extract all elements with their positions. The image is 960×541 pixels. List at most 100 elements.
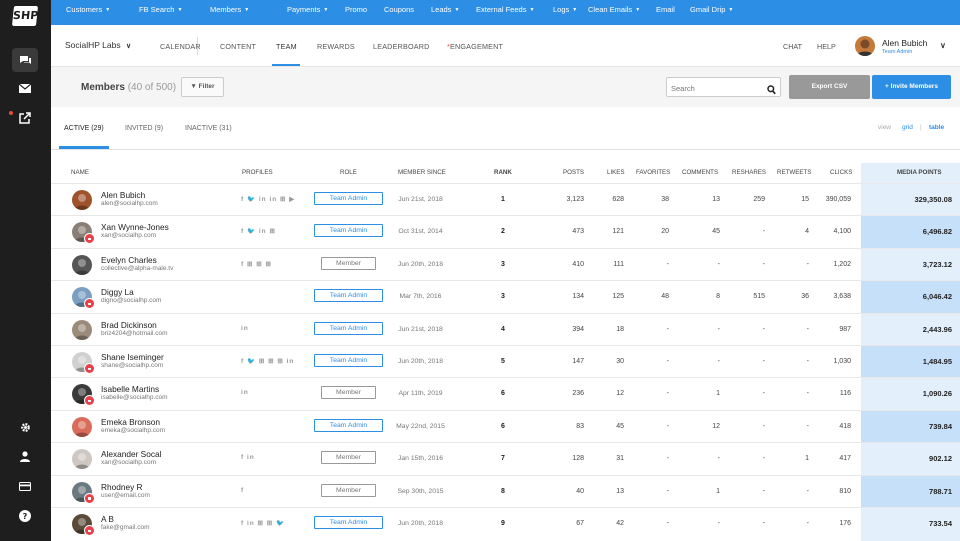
user-menu-chevron-icon[interactable]: ∨: [940, 41, 946, 50]
member-name[interactable]: Emeka Bronson: [101, 417, 160, 427]
view-table-link[interactable]: table: [929, 124, 944, 131]
table-row[interactable]: Brad Dickinson briz4204@hotmail.com in T…: [51, 312, 960, 346]
col-retweets[interactable]: RETWEETS: [777, 169, 811, 176]
org-switcher[interactable]: SocialHP Labs ∨: [65, 40, 131, 50]
member-name[interactable]: Alen Bubich: [101, 190, 145, 200]
tab-leaderboard[interactable]: LEADERBOARD: [373, 42, 430, 51]
col-clicks[interactable]: CLICKS: [830, 169, 852, 176]
external-link-icon[interactable]: [13, 106, 37, 130]
nav-logs[interactable]: Logs ▼: [553, 0, 577, 25]
user-avatar[interactable]: [855, 36, 875, 56]
tab-inactive[interactable]: INACTIVE (31): [185, 125, 232, 132]
chat-icon[interactable]: [13, 48, 37, 72]
table-row[interactable]: Alexander Socal xan@socialhp.com f in Me…: [51, 442, 960, 475]
social-profile-icons[interactable]: f 🐦 in ⊞: [241, 227, 276, 235]
col-favorites[interactable]: FAVORITES: [636, 169, 670, 176]
nav-fb-search[interactable]: FB Search ▼: [139, 0, 182, 25]
col-media-points[interactable]: MEDIA POINTS: [897, 169, 941, 176]
social-profile-icons[interactable]: in: [241, 389, 249, 396]
role-badge[interactable]: Team Admin: [314, 418, 383, 432]
member-name[interactable]: A B: [101, 514, 114, 524]
tab-active[interactable]: ACTIVE (29): [64, 125, 104, 132]
role-badge[interactable]: Team Admin: [314, 321, 383, 335]
table-row[interactable]: Rhodney R user@email.com f Member Sep 30…: [51, 474, 960, 508]
col-profiles[interactable]: PROFILES: [242, 169, 273, 176]
nav-customers[interactable]: Customers ▼: [66, 0, 110, 25]
role-badge[interactable]: Member: [321, 451, 376, 465]
app-logo[interactable]: SHP: [11, 6, 39, 26]
col-rank[interactable]: RANK: [494, 169, 512, 176]
role-badge[interactable]: Member: [321, 483, 376, 497]
table-row[interactable]: Diggy La digno@socialhp.com Team Admin M…: [51, 280, 960, 314]
nav-clean-emails[interactable]: Clean Emails ▼: [588, 0, 640, 25]
credit-card-icon[interactable]: [13, 474, 37, 498]
mail-icon[interactable]: [13, 76, 37, 100]
avatar[interactable]: [72, 190, 92, 210]
role-badge[interactable]: Team Admin: [314, 192, 383, 205]
nav-external-feeds[interactable]: External Feeds ▼: [476, 0, 534, 25]
table-row[interactable]: Emeka Bronson emeka@socialhp.com Team Ad…: [51, 409, 960, 443]
search-input[interactable]: [667, 79, 762, 98]
member-name[interactable]: Shane Iseminger: [101, 352, 164, 362]
member-name[interactable]: Isabelle Martins: [101, 384, 159, 394]
export-csv-button[interactable]: Export CSV: [789, 75, 870, 99]
avatar[interactable]: [72, 416, 92, 437]
role-badge[interactable]: Member: [321, 386, 376, 400]
nav-payments[interactable]: Payments ▼: [287, 0, 328, 25]
search-icon[interactable]: [767, 82, 776, 100]
role-badge[interactable]: Team Admin: [314, 354, 383, 367]
col-reshares[interactable]: RESHARES: [732, 169, 766, 176]
member-name[interactable]: Rhodney R: [101, 482, 143, 492]
tab-invited[interactable]: INVITED (9): [125, 125, 163, 132]
nav-gmail-drip[interactable]: Gmail Drip ▼: [690, 0, 733, 25]
social-profile-icons[interactable]: f in: [241, 454, 255, 461]
tab-engagement[interactable]: *ENGAGEMENT: [447, 42, 503, 51]
member-name[interactable]: Evelyn Charles: [101, 255, 157, 265]
table-row[interactable]: Isabelle Martins isabelle@socialhp.com i…: [51, 377, 960, 410]
social-profile-icons[interactable]: in: [241, 325, 249, 332]
user-icon[interactable]: [13, 444, 37, 468]
social-profile-icons[interactable]: f 🐦 in in ⊞ ▶: [241, 195, 295, 203]
avatar[interactable]: [72, 449, 92, 470]
tab-team[interactable]: TEAM: [276, 42, 297, 51]
nav-promo[interactable]: Promo: [345, 0, 367, 25]
invite-members-button[interactable]: + Invite Members: [872, 75, 951, 99]
nav-members[interactable]: Members ▼: [210, 0, 249, 25]
tab-rewards[interactable]: REWARDS: [317, 42, 355, 51]
col-member-since[interactable]: MEMBER SINCE: [398, 169, 446, 176]
member-name[interactable]: Diggy La: [101, 287, 134, 297]
col-name[interactable]: NAME: [71, 169, 89, 176]
chat-link[interactable]: CHAT: [783, 42, 802, 51]
member-name[interactable]: Xan Wynne-Jones: [101, 222, 169, 232]
table-row[interactable]: Evelyn Charles collective@alpha-male.tv …: [51, 247, 960, 281]
table-row[interactable]: Alen Bubich alen@socialhp.com f 🐦 in in …: [51, 183, 960, 216]
member-name[interactable]: Alexander Socal: [101, 449, 161, 459]
social-profile-icons[interactable]: f: [241, 487, 244, 494]
social-profile-icons[interactable]: f in ⊞ ⊞ 🐦: [241, 519, 285, 527]
col-comments[interactable]: COMMENTS: [682, 169, 718, 176]
col-role[interactable]: ROLE: [340, 169, 357, 176]
filter-button[interactable]: ▼ Filter: [181, 77, 224, 97]
gear-icon[interactable]: [13, 415, 37, 439]
role-badge[interactable]: Team Admin: [314, 289, 383, 303]
help-link[interactable]: HELP: [817, 42, 836, 51]
nav-email[interactable]: Email: [656, 0, 675, 25]
avatar[interactable]: [72, 254, 92, 275]
role-badge[interactable]: Team Admin: [314, 224, 383, 238]
avatar[interactable]: [72, 319, 92, 340]
social-profile-icons[interactable]: f 🐦 ⊞ ⊞ ⊞ in: [241, 357, 294, 365]
tab-calendar[interactable]: CALENDAR: [160, 42, 201, 51]
table-row[interactable]: A B fake@gmail.com f in ⊞ ⊞ 🐦 Team Admin…: [51, 507, 960, 540]
member-name[interactable]: Brad Dickinson: [101, 320, 157, 330]
role-badge[interactable]: Member: [321, 256, 376, 270]
view-grid-link[interactable]: grid: [902, 124, 913, 131]
col-posts[interactable]: POSTS: [563, 169, 584, 176]
role-badge[interactable]: Team Admin: [314, 516, 383, 529]
table-row[interactable]: Shane Iseminger shane@socialhp.com f 🐦 ⊞…: [51, 345, 960, 378]
col-likes[interactable]: LIKES: [607, 169, 625, 176]
nav-leads[interactable]: Leads ▼: [431, 0, 459, 25]
help-icon[interactable]: ?: [13, 504, 37, 528]
tab-content[interactable]: CONTENT: [220, 42, 256, 51]
social-profile-icons[interactable]: f ⊞ ⊞ ⊞: [241, 260, 272, 268]
table-row[interactable]: Xan Wynne-Jones xan@socialhp.com f 🐦 in …: [51, 215, 960, 249]
